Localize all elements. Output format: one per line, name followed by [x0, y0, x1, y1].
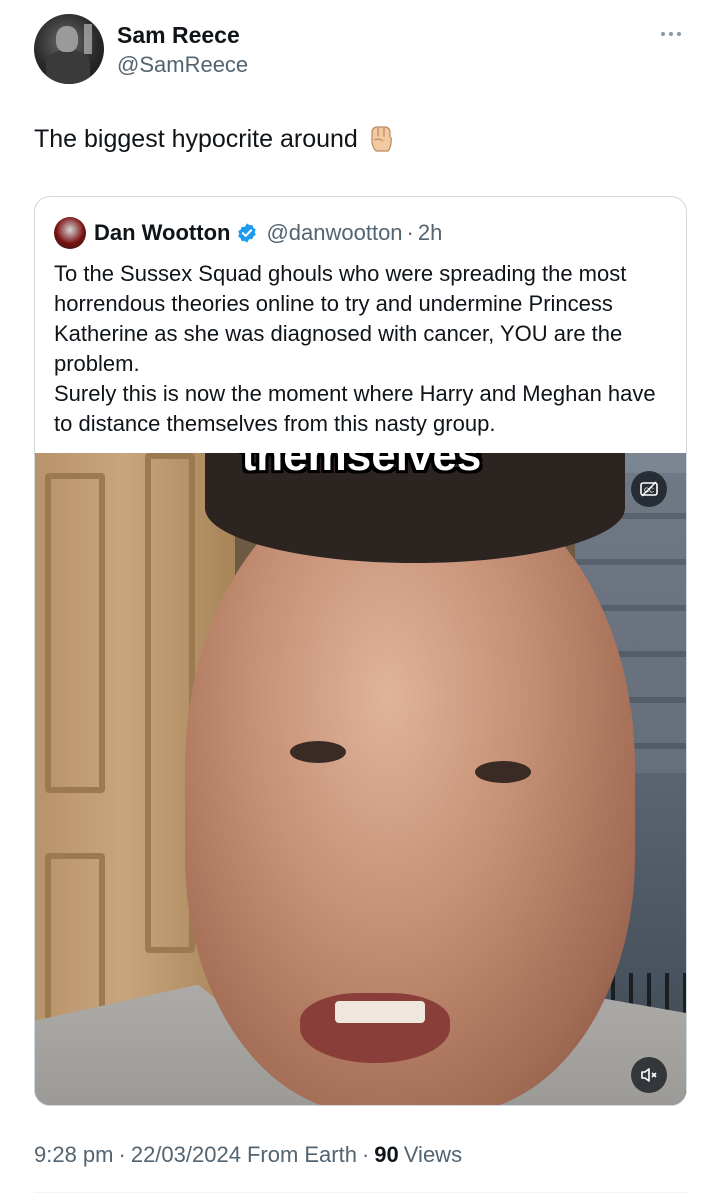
tweet-text: The biggest hypocrite around: [34, 124, 396, 154]
tweet-meta: 9:28 pm · 22/03/2024 From Earth · 90 Vie…: [34, 1142, 462, 1168]
author-name[interactable]: Sam Reece: [117, 22, 240, 49]
avatar[interactable]: [34, 14, 104, 84]
divider: [34, 1192, 687, 1193]
closed-captions-icon[interactable]: CC: [631, 471, 667, 507]
more-options-icon[interactable]: [656, 26, 686, 42]
post-source: From Earth: [246, 1142, 357, 1167]
quoted-paragraph: To the Sussex Squad ghouls who were spre…: [54, 261, 627, 376]
quoted-timestamp[interactable]: 2h: [418, 220, 442, 246]
quoted-tweet-header: Dan Wootton @danwootton · 2h: [54, 217, 442, 249]
video-player[interactable]: themselves CC: [35, 453, 686, 1105]
views-count[interactable]: 90: [374, 1142, 398, 1168]
post-date[interactable]: 22/03/2024: [131, 1142, 241, 1168]
tweet-header: Sam Reece @SamReece: [34, 14, 694, 86]
author-handle[interactable]: @SamReece: [117, 52, 248, 78]
quoted-author-handle[interactable]: @danwootton: [266, 220, 402, 246]
separator-dot: ·: [406, 220, 414, 245]
quoted-avatar[interactable]: [54, 217, 86, 249]
separator-dot: ·: [361, 1142, 370, 1167]
post-time[interactable]: 9:28 pm: [34, 1142, 114, 1168]
raised-fist-icon: [371, 126, 392, 152]
video-caption: themselves: [241, 453, 482, 480]
quoted-tweet[interactable]: Dan Wootton @danwootton · 2h To the Suss…: [34, 196, 687, 1106]
separator-dot: ·: [118, 1142, 126, 1167]
quoted-tweet-text: To the Sussex Squad ghouls who were spre…: [54, 259, 674, 439]
volume-muted-icon[interactable]: [631, 1057, 667, 1093]
quoted-author-name[interactable]: Dan Wootton: [94, 220, 230, 246]
verified-badge-icon: [238, 223, 257, 243]
quoted-paragraph: Surely this is now the moment where Harr…: [54, 381, 656, 436]
tweet-body: The biggest hypocrite around: [34, 124, 358, 153]
views-label: Views: [403, 1142, 463, 1167]
